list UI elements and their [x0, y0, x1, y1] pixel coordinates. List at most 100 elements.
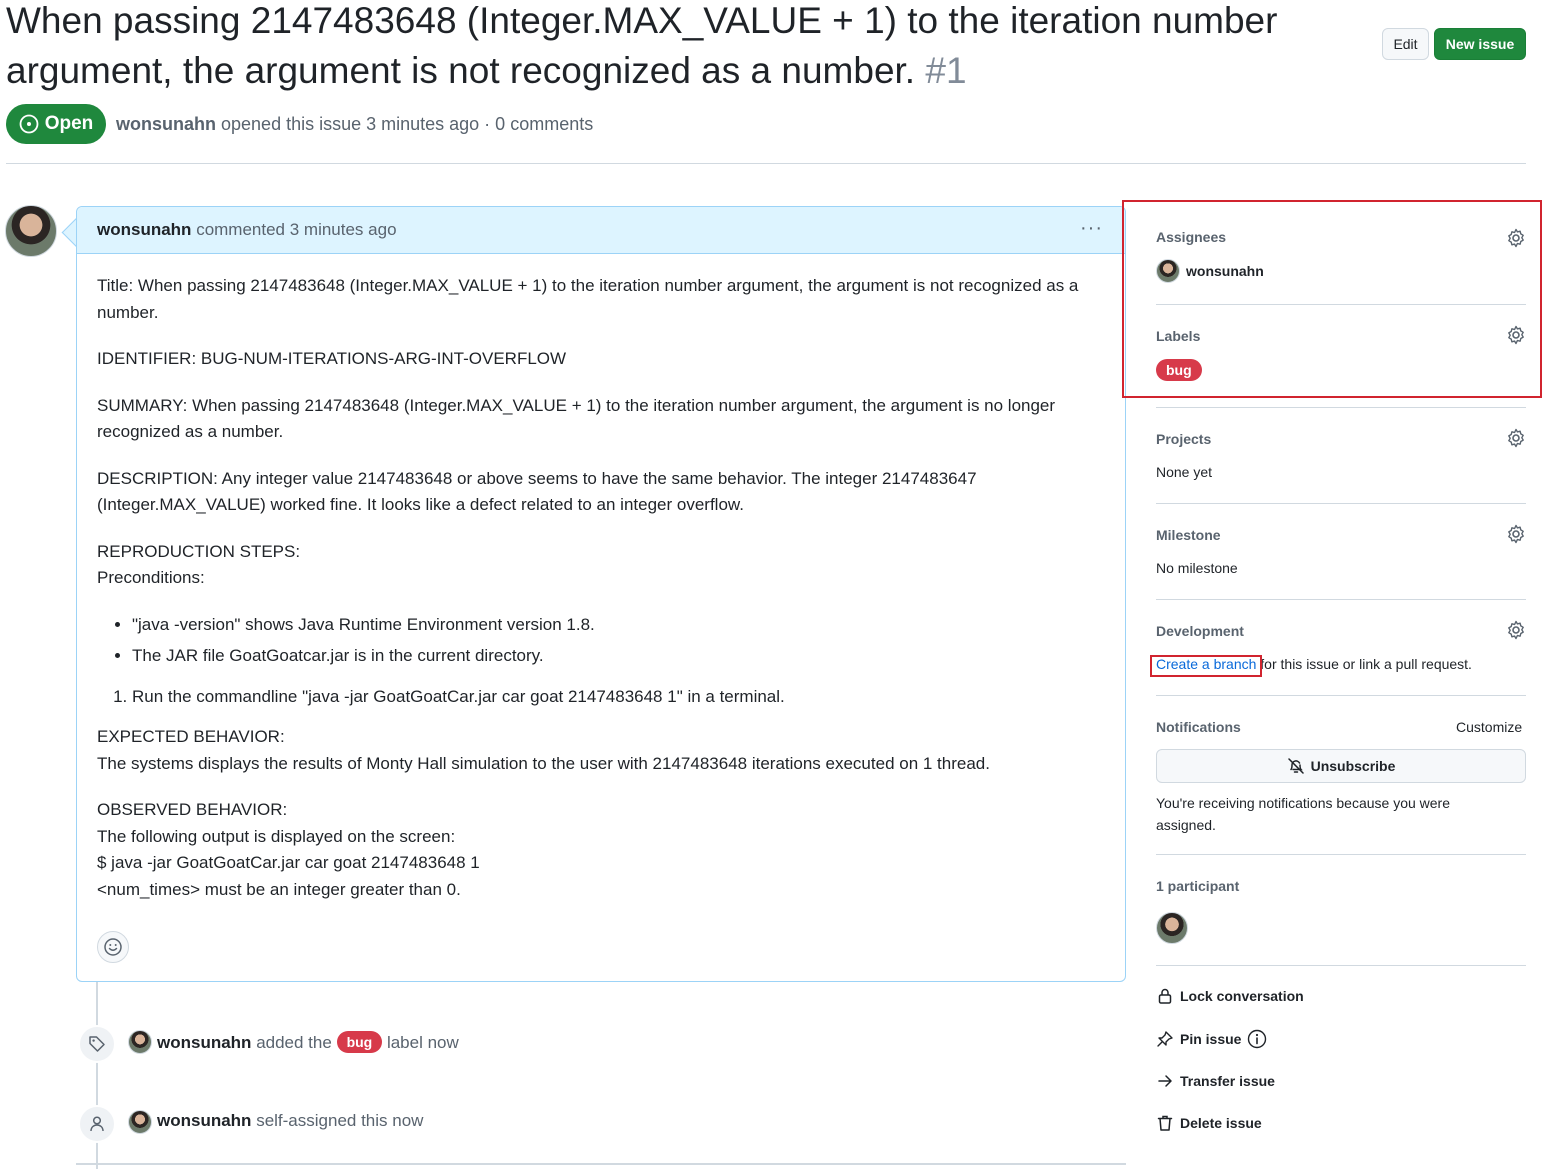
body-identifier: IDENTIFIER: BUG-NUM-ITERATIONS-ARG-INT-O… — [97, 349, 567, 368]
event-before: added the — [256, 1033, 332, 1052]
sidebar-divider — [1156, 407, 1526, 408]
sidebar-bug-label[interactable]: bug — [1156, 359, 1202, 381]
sidebar-divider — [1156, 503, 1526, 504]
preconditions-list: "java -version" shows Java Runtime Envir… — [97, 612, 1105, 670]
notifications-heading: Notifications — [1156, 719, 1241, 735]
comment-header: wonsunahn commented 3 minutes ago ··· — [77, 207, 1125, 254]
link-highlight-box — [1150, 655, 1262, 677]
sidebar-divider — [1156, 599, 1526, 600]
development-heading: Development — [1156, 623, 1244, 639]
assignee-avatar[interactable] — [1156, 259, 1180, 283]
new-issue-button[interactable]: New issue — [1434, 28, 1526, 60]
issue-author-link[interactable]: wonsunahn — [116, 114, 216, 134]
tag-icon — [89, 1036, 105, 1052]
bell-slash-icon — [1287, 758, 1304, 774]
issue-title-text: When passing 2147483648 (Integer.MAX_VAL… — [6, 0, 1278, 91]
steps-list: Run the commandline "java -jar GoatGoatC… — [97, 684, 1105, 711]
sidebar-divider — [1156, 854, 1526, 855]
body-repro: REPRODUCTION STEPS: Preconditions: — [97, 539, 1105, 592]
body-observed: OBSERVED BEHAVIOR: The following output … — [97, 797, 1105, 903]
body-expected: EXPECTED BEHAVIOR: The systems displays … — [97, 724, 1105, 777]
notification-reason: You're receiving notifications because y… — [1156, 795, 1450, 833]
milestone-heading: Milestone — [1156, 527, 1221, 543]
issue-state-badge: Open — [6, 104, 106, 144]
assignees-gear-icon[interactable] — [1506, 228, 1526, 248]
observed-line: $ java -jar GoatGoatCar.jar car goat 214… — [97, 853, 480, 872]
labels-gear-icon[interactable] — [1506, 325, 1526, 345]
info-icon[interactable] — [1247, 1029, 1267, 1049]
development-gear-icon[interactable] — [1506, 620, 1526, 640]
arrow-right-icon — [1158, 1075, 1172, 1087]
comment-author-line: wonsunahn commented 3 minutes ago — [97, 220, 397, 240]
unsubscribe-button[interactable]: Unsubscribe — [1156, 749, 1526, 783]
step-item: Run the commandline "java -jar GoatGoatC… — [132, 684, 1105, 711]
delete-issue-action[interactable]: Delete issue — [1156, 1114, 1262, 1132]
event-assign-badge — [78, 1105, 116, 1143]
issue-opened-text: opened this issue 3 minutes ago · 0 comm… — [221, 114, 594, 134]
participants-heading: 1 participant — [1156, 878, 1240, 894]
event-author-avatar[interactable] — [128, 1110, 152, 1134]
sidebar-divider — [1156, 965, 1526, 966]
unsubscribe-label: Unsubscribe — [1310, 758, 1396, 774]
issue-title: When passing 2147483648 (Integer.MAX_VAL… — [6, 0, 1371, 96]
precondition-item: The JAR file GoatGoatcar.jar is in the c… — [132, 643, 1105, 670]
header-divider — [6, 163, 1526, 164]
event-after: label now — [386, 1033, 459, 1052]
pin-label: Pin issue — [1180, 1031, 1242, 1047]
assignees-heading: Assignees — [1156, 229, 1227, 245]
comment-author-avatar[interactable] — [5, 205, 57, 257]
milestone-gear-icon[interactable] — [1506, 524, 1526, 544]
issue-state-label: Open — [44, 113, 94, 134]
labels-heading: Labels — [1156, 328, 1201, 344]
development-rest: for this issue or link a pull request. — [1260, 656, 1472, 672]
sidebar-divider — [1156, 304, 1526, 305]
assignee-name[interactable]: wonsunahn — [1186, 263, 1264, 279]
comment-timestamp: commented 3 minutes ago — [196, 220, 397, 239]
event-label-text: wonsunahn added the bug label now — [157, 1031, 459, 1053]
event-assign-text: wonsunahn self-assigned this now — [157, 1111, 423, 1131]
event-author[interactable]: wonsunahn — [157, 1111, 251, 1130]
edit-button[interactable]: Edit — [1382, 28, 1429, 60]
issue-comment: wonsunahn commented 3 minutes ago ··· Ti… — [76, 206, 1126, 982]
person-icon — [90, 1116, 104, 1132]
observed-line: The following output is displayed on the… — [97, 826, 456, 846]
projects-heading: Projects — [1156, 431, 1212, 447]
observed-line: <num_times> must be an integer greater t… — [97, 879, 461, 899]
milestone-value: No milestone — [1156, 560, 1238, 576]
sidebar-divider — [1156, 695, 1526, 696]
add-reaction-button[interactable] — [97, 931, 129, 963]
lock-icon — [1158, 988, 1172, 1004]
event-assign-desc: self-assigned this now — [256, 1111, 424, 1130]
customize-link[interactable]: Customize — [1456, 719, 1522, 735]
projects-gear-icon[interactable] — [1506, 428, 1526, 448]
event-bug-label[interactable]: bug — [336, 1031, 383, 1053]
event-label-badge — [78, 1025, 116, 1063]
comment-options-kebab-icon[interactable]: ··· — [1080, 217, 1103, 240]
event-author[interactable]: wonsunahn — [157, 1033, 251, 1052]
trash-icon — [1157, 1115, 1173, 1131]
pin-issue-action[interactable]: Pin issue — [1156, 1029, 1267, 1049]
body-summary: SUMMARY: When passing 2147483648 (Intege… — [97, 395, 1056, 442]
projects-value: None yet — [1156, 464, 1213, 480]
event-author-avatar[interactable] — [128, 1030, 152, 1054]
transfer-issue-action[interactable]: Transfer issue — [1156, 1072, 1275, 1090]
expected-heading: EXPECTED BEHAVIOR: — [97, 727, 285, 746]
participant-avatar[interactable] — [1156, 912, 1188, 944]
transfer-label: Transfer issue — [1180, 1073, 1275, 1089]
observed-heading: OBSERVED BEHAVIOR: — [97, 800, 288, 819]
lock-label: Lock conversation — [1180, 988, 1304, 1004]
lock-conversation-action[interactable]: Lock conversation — [1156, 987, 1304, 1005]
body-title-line: Title: When passing 2147483648 (Integer.… — [97, 276, 1079, 322]
delete-label: Delete issue — [1180, 1115, 1262, 1131]
repro-heading: REPRODUCTION STEPS: — [97, 541, 301, 561]
timeline-bottom-divider — [76, 1163, 1126, 1165]
issue-meta: wonsunahn opened this issue 3 minutes ag… — [116, 114, 593, 135]
comment-author[interactable]: wonsunahn — [97, 220, 191, 239]
issue-opened-icon — [19, 114, 39, 134]
issue-number: #1 — [925, 50, 967, 91]
pin-icon — [1157, 1031, 1173, 1047]
comment-body: Title: When passing 2147483648 (Integer.… — [97, 273, 1105, 923]
preconditions-heading: Preconditions: — [97, 568, 205, 587]
smiley-icon — [104, 938, 122, 956]
body-description: DESCRIPTION: Any integer value 214748364… — [97, 468, 977, 515]
